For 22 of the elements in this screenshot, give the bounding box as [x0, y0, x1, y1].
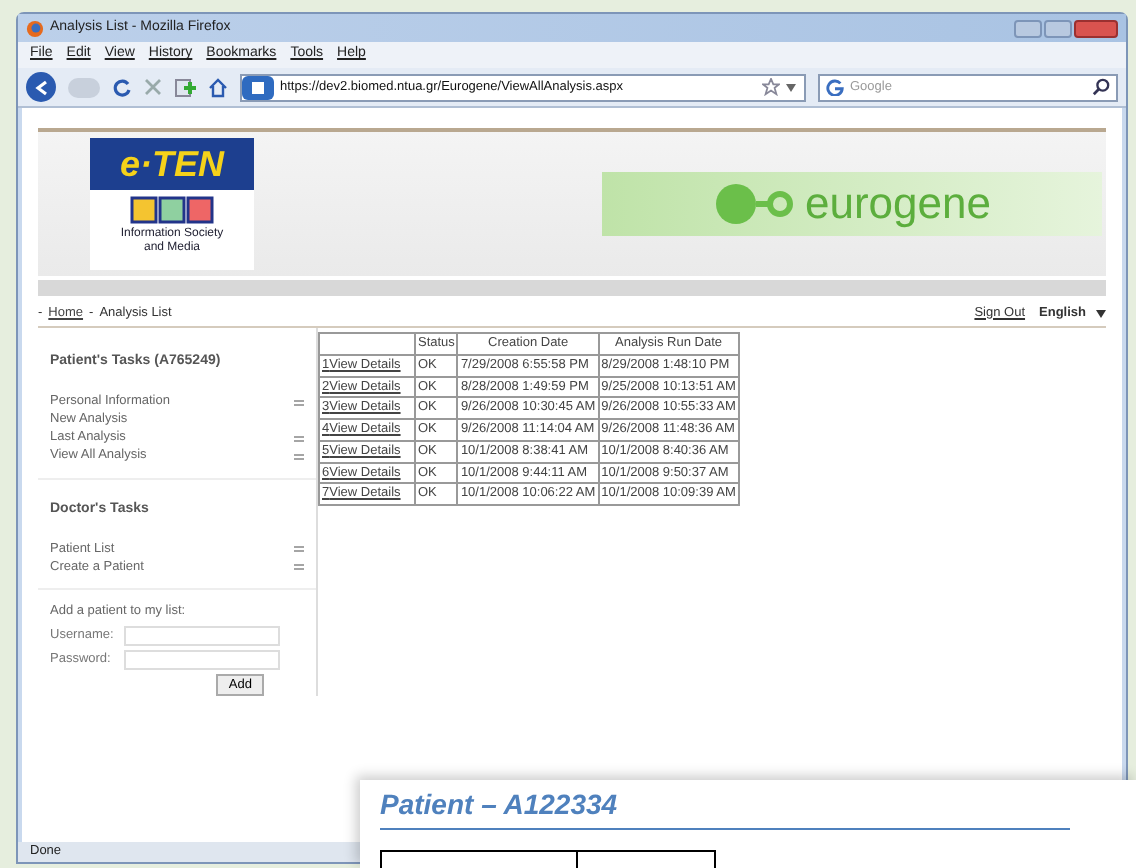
close-button[interactable] — [1074, 19, 1118, 37]
back-button[interactable] — [26, 72, 56, 102]
dropdown-icon[interactable] — [786, 83, 796, 91]
caret-icon — [1096, 309, 1106, 317]
reload-icon[interactable] — [112, 77, 132, 97]
minimize-button[interactable] — [1014, 19, 1042, 37]
star-icon[interactable] — [762, 78, 780, 96]
firefox-icon — [26, 19, 44, 37]
logo-text: e·TEN — [90, 138, 254, 190]
document-heading: Patient – A122334 — [380, 788, 620, 822]
site-icon — [242, 75, 274, 99]
molecule-icon — [713, 182, 793, 226]
stop-icon[interactable] — [144, 78, 162, 96]
logo-squares-icon — [130, 196, 214, 224]
google-icon — [826, 78, 844, 96]
add-bookmark-icon[interactable] — [174, 76, 196, 98]
input-field[interactable] — [124, 649, 280, 670]
home-icon[interactable] — [208, 77, 228, 97]
maximize-button[interactable] — [1044, 19, 1072, 37]
search-icon[interactable] — [1092, 78, 1110, 96]
input-field[interactable] — [124, 625, 280, 646]
banner: eurogene — [602, 172, 1102, 236]
